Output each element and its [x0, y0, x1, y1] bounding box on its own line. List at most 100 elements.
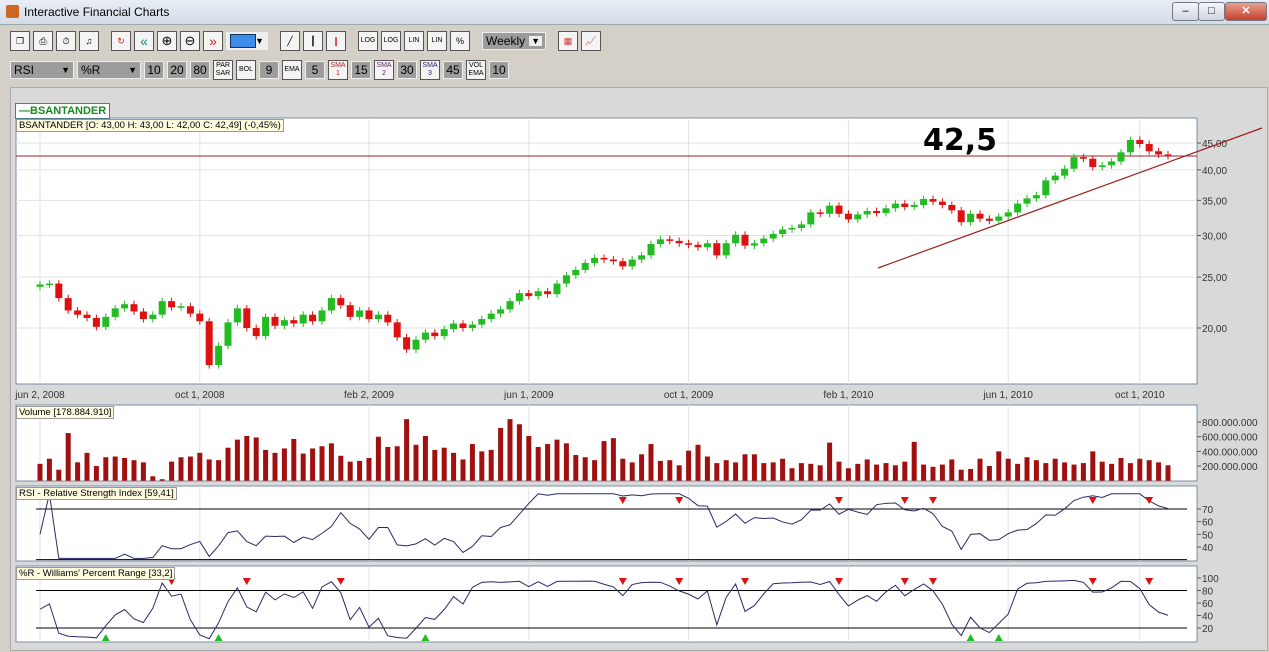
candle	[1051, 175, 1059, 181]
volume-bar	[892, 465, 898, 481]
volume-bar	[601, 441, 607, 481]
volume-bar	[855, 463, 861, 481]
volume-bar	[1062, 462, 1068, 481]
volume-bar	[883, 463, 889, 481]
candle	[1070, 157, 1078, 169]
volume-bar	[780, 458, 786, 481]
candle	[741, 234, 749, 246]
volume-bar	[206, 459, 212, 481]
candle	[1042, 180, 1050, 196]
candle	[252, 328, 260, 337]
candle	[863, 211, 871, 215]
candle	[1014, 203, 1022, 213]
volume-bar	[178, 457, 184, 481]
volume-bar	[1015, 463, 1021, 481]
volume-bar	[441, 447, 447, 481]
candle	[572, 269, 580, 276]
candle	[1117, 152, 1125, 162]
volume-bar	[460, 459, 466, 481]
wr-tick-label: 40	[1202, 612, 1214, 623]
candle	[158, 301, 166, 315]
wr-tick-label: 80	[1202, 587, 1214, 598]
candle	[1061, 168, 1069, 176]
volume-bar	[1118, 457, 1124, 481]
volume-bar	[620, 458, 626, 481]
volume-bar	[103, 457, 109, 481]
volume-bar	[573, 455, 579, 481]
candle	[1023, 198, 1031, 204]
volume-bar	[234, 439, 240, 481]
volume-tick-label: 200.000.000	[1202, 462, 1258, 473]
volume-bar	[488, 449, 494, 481]
volume-bar	[37, 463, 43, 481]
candle	[976, 213, 984, 219]
volume-bar	[770, 462, 776, 481]
volume-bar	[874, 464, 880, 481]
volume-bar	[1080, 463, 1086, 481]
wr-tick-label: 20	[1202, 624, 1214, 635]
rsi-tick-label: 70	[1202, 505, 1214, 516]
volume-bar	[413, 444, 419, 481]
candle	[882, 208, 890, 214]
candle	[638, 255, 646, 260]
volume-bar	[131, 460, 137, 481]
candle	[722, 243, 730, 256]
candle	[1108, 161, 1116, 166]
candle	[995, 216, 1003, 221]
volume-bar	[366, 457, 372, 481]
series-legend[interactable]: —BSANTANDER	[15, 103, 111, 119]
candle	[327, 298, 335, 311]
volume-tick-label: 400.000.000	[1202, 447, 1258, 458]
volume-bar	[187, 456, 193, 481]
candle	[365, 310, 373, 320]
volume-bar	[1005, 458, 1011, 481]
candle	[873, 211, 881, 214]
volume-bar	[56, 469, 62, 481]
candle	[139, 311, 147, 320]
y-tick-label: 40,00	[1202, 166, 1227, 177]
candle	[412, 339, 420, 350]
candle	[1079, 157, 1087, 159]
candle	[750, 243, 758, 246]
volume-bar	[761, 463, 767, 481]
volume-bar	[1052, 458, 1058, 481]
volume-bar	[375, 436, 381, 481]
volume-bar	[563, 443, 569, 481]
x-tick-label: oct 1, 2009	[664, 390, 714, 401]
candle	[797, 224, 805, 229]
candle	[374, 314, 382, 320]
candle	[769, 233, 777, 239]
chart-canvas[interactable]: jun 2, 2008 oct 1, 2008 feb 2, 2009 jun 1, …	[0, 0, 1269, 652]
x-tick-label: feb 1, 2010	[823, 390, 873, 401]
volume-bar	[676, 465, 682, 481]
candle	[111, 308, 119, 317]
volume-bar	[347, 461, 353, 481]
candle	[299, 314, 307, 324]
volume-bar	[300, 453, 306, 481]
volume-bar	[930, 466, 936, 481]
wr-tick-label: 60	[1202, 599, 1214, 610]
candle	[130, 304, 138, 312]
candle	[1098, 165, 1106, 168]
volume-bar	[516, 424, 522, 481]
candle	[196, 313, 204, 322]
candle	[262, 316, 270, 337]
candle	[149, 314, 157, 320]
wr-tick-label: 100	[1202, 574, 1219, 585]
candle	[647, 244, 655, 256]
volume-bar	[75, 462, 81, 481]
candle	[562, 275, 570, 284]
volume-bar	[902, 461, 908, 481]
candle	[816, 212, 824, 214]
candle	[600, 257, 608, 260]
candle	[713, 243, 721, 256]
volume-bar	[545, 444, 551, 481]
volume-bar	[122, 457, 128, 481]
candle	[1145, 144, 1153, 152]
volume-bar	[253, 437, 259, 481]
volume-bar	[526, 435, 532, 481]
volume-bar	[225, 447, 231, 481]
candle	[450, 323, 458, 330]
volume-bar	[1137, 458, 1143, 481]
rsi-tick-label: 50	[1202, 530, 1214, 541]
